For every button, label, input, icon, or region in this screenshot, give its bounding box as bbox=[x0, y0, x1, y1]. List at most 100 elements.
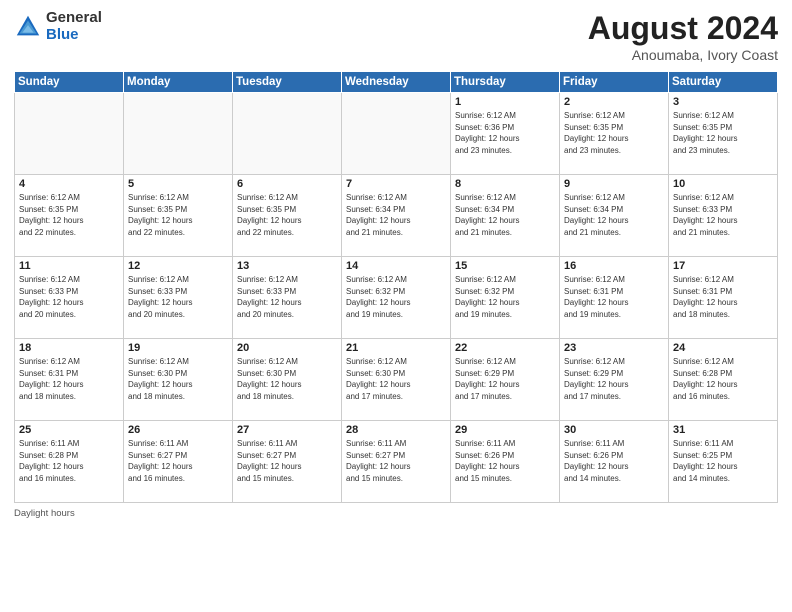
calendar-cell bbox=[15, 93, 124, 175]
day-info: Sunrise: 6:12 AM Sunset: 6:31 PM Dayligh… bbox=[564, 274, 664, 320]
day-number: 8 bbox=[455, 178, 555, 190]
day-number: 7 bbox=[346, 178, 446, 190]
day-info: Sunrise: 6:12 AM Sunset: 6:30 PM Dayligh… bbox=[346, 356, 446, 402]
calendar-cell: 20 Sunrise: 6:12 AM Sunset: 6:30 PM Dayli… bbox=[233, 339, 342, 421]
calendar-cell: 13 Sunrise: 6:12 AM Sunset: 6:33 PM Dayli… bbox=[233, 257, 342, 339]
day-number: 19 bbox=[128, 342, 228, 354]
calendar-cell: 25 Sunrise: 6:11 AM Sunset: 6:28 PM Dayli… bbox=[15, 421, 124, 503]
day-number: 18 bbox=[19, 342, 119, 354]
day-info: Sunrise: 6:11 AM Sunset: 6:28 PM Dayligh… bbox=[19, 438, 119, 484]
calendar-cell: 22Sunrise: 6:12 AM Sunset: 6:29 PM Dayli… bbox=[451, 339, 560, 421]
calendar-cell: 31Sunrise: 6:11 AM Sunset: 6:25 PM Dayli… bbox=[669, 421, 778, 503]
col-monday: Monday bbox=[124, 72, 233, 93]
calendar-header-row: Sunday Monday Tuesday Wednesday Thursday… bbox=[15, 72, 778, 93]
calendar-cell: 10Sunrise: 6:12 AM Sunset: 6:33 PM Dayli… bbox=[669, 175, 778, 257]
day-number: 27 bbox=[237, 424, 337, 436]
calendar-cell bbox=[124, 93, 233, 175]
day-number: 12 bbox=[128, 260, 228, 272]
logo-text: General Blue bbox=[46, 10, 102, 43]
day-info: Sunrise: 6:11 AM Sunset: 6:27 PM Dayligh… bbox=[128, 438, 228, 484]
calendar-cell: 21 Sunrise: 6:12 AM Sunset: 6:30 PM Dayli… bbox=[342, 339, 451, 421]
calendar-cell: 6 Sunrise: 6:12 AM Sunset: 6:35 PM Daylig… bbox=[233, 175, 342, 257]
day-number: 2 bbox=[564, 96, 664, 108]
calendar-week-2: 4 Sunrise: 6:12 AM Sunset: 6:35 PM Daylig… bbox=[15, 175, 778, 257]
day-number: 20 bbox=[237, 342, 337, 354]
day-info: Sunrise: 6:12 AM Sunset: 6:32 PM Dayligh… bbox=[455, 274, 555, 320]
day-number: 4 bbox=[19, 178, 119, 190]
day-info: Sunrise: 6:11 AM Sunset: 6:26 PM Dayligh… bbox=[564, 438, 664, 484]
day-number: 11 bbox=[19, 260, 119, 272]
title-block: August 2024 Anoumaba, Ivory Coast bbox=[588, 10, 778, 63]
logo-icon bbox=[14, 13, 42, 41]
day-info: Sunrise: 6:11 AM Sunset: 6:25 PM Dayligh… bbox=[673, 438, 773, 484]
col-thursday: Thursday bbox=[451, 72, 560, 93]
day-number: 29 bbox=[455, 424, 555, 436]
day-number: 16 bbox=[564, 260, 664, 272]
day-number: 13 bbox=[237, 260, 337, 272]
title-location: Anoumaba, Ivory Coast bbox=[588, 47, 778, 63]
calendar-cell: 5 Sunrise: 6:12 AM Sunset: 6:35 PM Daylig… bbox=[124, 175, 233, 257]
calendar-week-5: 25 Sunrise: 6:11 AM Sunset: 6:28 PM Dayli… bbox=[15, 421, 778, 503]
calendar-cell: 4Sunrise: 6:12 AM Sunset: 6:35 PM Daylig… bbox=[15, 175, 124, 257]
day-info: Sunrise: 6:12 AM Sunset: 6:35 PM Dayligh… bbox=[237, 192, 337, 238]
calendar-cell: 19 Sunrise: 6:12 AM Sunset: 6:30 PM Dayli… bbox=[124, 339, 233, 421]
col-tuesday: Tuesday bbox=[233, 72, 342, 93]
day-number: 26 bbox=[128, 424, 228, 436]
day-info: Sunrise: 6:12 AM Sunset: 6:35 PM Dayligh… bbox=[128, 192, 228, 238]
day-info: Sunrise: 6:12 AM Sunset: 6:33 PM Dayligh… bbox=[237, 274, 337, 320]
day-number: 30 bbox=[564, 424, 664, 436]
day-info: Sunrise: 6:12 AM Sunset: 6:29 PM Dayligh… bbox=[455, 356, 555, 402]
footer-note: Daylight hours bbox=[14, 508, 778, 519]
day-number: 21 bbox=[346, 342, 446, 354]
logo-general: General bbox=[46, 10, 102, 27]
day-info: Sunrise: 6:12 AM Sunset: 6:32 PM Dayligh… bbox=[346, 274, 446, 320]
calendar-cell: 27 Sunrise: 6:11 AM Sunset: 6:27 PM Dayli… bbox=[233, 421, 342, 503]
day-info: Sunrise: 6:12 AM Sunset: 6:34 PM Dayligh… bbox=[455, 192, 555, 238]
logo-blue: Blue bbox=[46, 27, 102, 44]
day-info: Sunrise: 6:12 AM Sunset: 6:28 PM Dayligh… bbox=[673, 356, 773, 402]
calendar-cell: 8 Sunrise: 6:12 AM Sunset: 6:34 PM Daylig… bbox=[451, 175, 560, 257]
day-number: 5 bbox=[128, 178, 228, 190]
calendar-cell bbox=[233, 93, 342, 175]
day-number: 6 bbox=[237, 178, 337, 190]
day-info: Sunrise: 6:12 AM Sunset: 6:35 PM Dayligh… bbox=[564, 110, 664, 156]
day-number: 3 bbox=[673, 96, 773, 108]
day-info: Sunrise: 6:12 AM Sunset: 6:30 PM Dayligh… bbox=[237, 356, 337, 402]
calendar-cell: 18 Sunrise: 6:12 AM Sunset: 6:31 PM Dayli… bbox=[15, 339, 124, 421]
col-friday: Friday bbox=[560, 72, 669, 93]
col-sunday: Sunday bbox=[15, 72, 124, 93]
calendar-cell: 23Sunrise: 6:12 AM Sunset: 6:29 PM Dayli… bbox=[560, 339, 669, 421]
calendar-cell: 12Sunrise: 6:12 AM Sunset: 6:33 PM Dayli… bbox=[124, 257, 233, 339]
day-info: Sunrise: 6:12 AM Sunset: 6:31 PM Dayligh… bbox=[673, 274, 773, 320]
day-info: Sunrise: 6:11 AM Sunset: 6:27 PM Dayligh… bbox=[346, 438, 446, 484]
day-number: 17 bbox=[673, 260, 773, 272]
calendar-cell: 3Sunrise: 6:12 AM Sunset: 6:35 PM Daylig… bbox=[669, 93, 778, 175]
col-saturday: Saturday bbox=[669, 72, 778, 93]
day-number: 10 bbox=[673, 178, 773, 190]
calendar-week-3: 11 Sunrise: 6:12 AM Sunset: 6:33 PM Dayli… bbox=[15, 257, 778, 339]
title-month: August 2024 bbox=[588, 10, 778, 47]
calendar-cell: 30 Sunrise: 6:11 AM Sunset: 6:26 PM Dayli… bbox=[560, 421, 669, 503]
calendar-cell: 11 Sunrise: 6:12 AM Sunset: 6:33 PM Dayli… bbox=[15, 257, 124, 339]
calendar-week-4: 18 Sunrise: 6:12 AM Sunset: 6:31 PM Dayli… bbox=[15, 339, 778, 421]
day-number: 25 bbox=[19, 424, 119, 436]
calendar-cell: 16 Sunrise: 6:12 AM Sunset: 6:31 PM Dayli… bbox=[560, 257, 669, 339]
day-info: Sunrise: 6:12 AM Sunset: 6:34 PM Dayligh… bbox=[564, 192, 664, 238]
day-info: Sunrise: 6:12 AM Sunset: 6:34 PM Dayligh… bbox=[346, 192, 446, 238]
daylight-label: Daylight hours bbox=[14, 508, 75, 519]
day-info: Sunrise: 6:12 AM Sunset: 6:33 PM Dayligh… bbox=[19, 274, 119, 320]
day-info: Sunrise: 6:11 AM Sunset: 6:26 PM Dayligh… bbox=[455, 438, 555, 484]
day-info: Sunrise: 6:11 AM Sunset: 6:27 PM Dayligh… bbox=[237, 438, 337, 484]
day-info: Sunrise: 6:12 AM Sunset: 6:30 PM Dayligh… bbox=[128, 356, 228, 402]
day-info: Sunrise: 6:12 AM Sunset: 6:31 PM Dayligh… bbox=[19, 356, 119, 402]
day-number: 1 bbox=[455, 96, 555, 108]
day-info: Sunrise: 6:12 AM Sunset: 6:36 PM Dayligh… bbox=[455, 110, 555, 156]
col-wednesday: Wednesday bbox=[342, 72, 451, 93]
calendar-cell bbox=[342, 93, 451, 175]
calendar-cell: 7 Sunrise: 6:12 AM Sunset: 6:34 PM Daylig… bbox=[342, 175, 451, 257]
calendar-cell: 2 Sunrise: 6:12 AM Sunset: 6:35 PM Daylig… bbox=[560, 93, 669, 175]
calendar-cell: 15 Sunrise: 6:12 AM Sunset: 6:32 PM Dayli… bbox=[451, 257, 560, 339]
day-number: 15 bbox=[455, 260, 555, 272]
day-number: 28 bbox=[346, 424, 446, 436]
calendar-cell: 28 Sunrise: 6:11 AM Sunset: 6:27 PM Dayli… bbox=[342, 421, 451, 503]
